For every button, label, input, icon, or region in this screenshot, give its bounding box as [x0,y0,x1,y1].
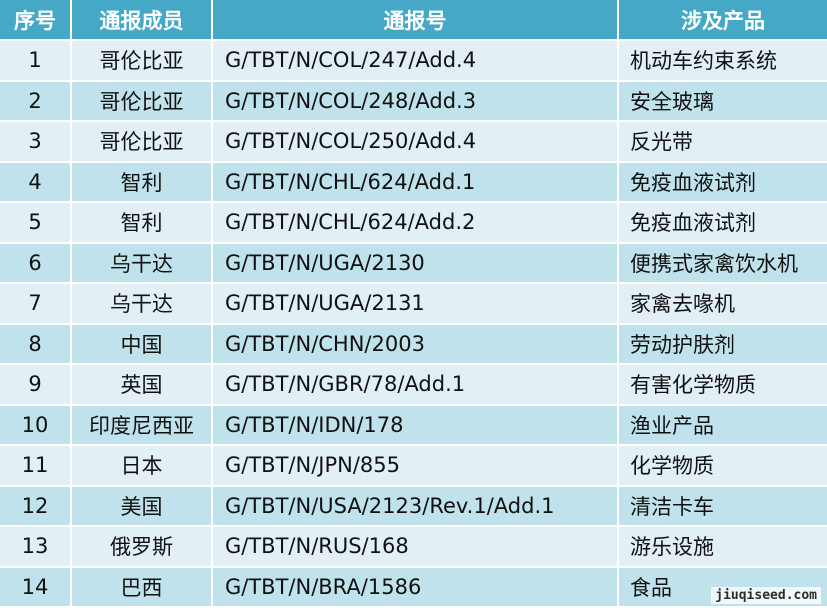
cell-member: 乌干达 [71,242,213,284]
table-row: 13 俄罗斯 G/TBT/N/RUS/168 游乐设施 [0,526,827,568]
cell-serial-number: 13 [0,526,72,568]
cell-member: 哥伦比亚 [71,80,213,122]
cell-serial-number: 14 [0,566,72,608]
cell-product: 家禽去喙机 [618,283,827,325]
header-serial-number: 序号 [0,0,72,41]
cell-notification-number: G/TBT/N/IDN/178 [212,404,619,446]
cell-member: 俄罗斯 [71,526,213,568]
cell-serial-number: 6 [0,242,72,284]
cell-product: 化学物质 [618,445,827,487]
cell-notification-number: G/TBT/N/JPN/855 [212,445,619,487]
cell-product: 渔业产品 [618,404,827,446]
header-notification-number: 通报号 [212,0,619,41]
cell-product: 免疫血液试剂 [618,202,827,244]
cell-serial-number: 1 [0,40,72,82]
cell-serial-number: 2 [0,80,72,122]
cell-member: 美国 [71,485,213,527]
cell-notification-number: G/TBT/N/CHL/624/Add.1 [212,161,619,203]
cell-serial-number: 8 [0,323,72,365]
header-row: 序号 通报成员 通报号 涉及产品 [0,0,827,41]
cell-member: 哥伦比亚 [71,121,213,163]
cell-serial-number: 5 [0,202,72,244]
table-header: 序号 通报成员 通报号 涉及产品 [0,0,827,41]
notification-table: 序号 通报成员 通报号 涉及产品 1 哥伦比亚 G/TBT/N/COL/247/… [0,0,827,608]
cell-member: 智利 [71,202,213,244]
table-row: 2 哥伦比亚 G/TBT/N/COL/248/Add.3 安全玻璃 [0,80,827,122]
table-row: 8 中国 G/TBT/N/CHN/2003 劳动护肤剂 [0,323,827,365]
cell-product: 安全玻璃 [618,80,827,122]
cell-product: 反光带 [618,121,827,163]
table-row: 11 日本 G/TBT/N/JPN/855 化学物质 [0,445,827,487]
cell-notification-number: G/TBT/N/CHL/624/Add.2 [212,202,619,244]
header-products-covered: 涉及产品 [618,0,827,41]
table-row: 1 哥伦比亚 G/TBT/N/COL/247/Add.4 机动车约束系统 [0,40,827,82]
cell-product: 清洁卡车 [618,485,827,527]
cell-member: 乌干达 [71,283,213,325]
cell-notification-number: G/TBT/N/COL/248/Add.3 [212,80,619,122]
cell-serial-number: 9 [0,364,72,406]
table-row: 9 英国 G/TBT/N/GBR/78/Add.1 有害化学物质 [0,364,827,406]
cell-product: 免疫血液试剂 [618,161,827,203]
cell-serial-number: 11 [0,445,72,487]
table-row: 10 印度尼西亚 G/TBT/N/IDN/178 渔业产品 [0,404,827,446]
header-notifying-member: 通报成员 [71,0,213,41]
cell-member: 英国 [71,364,213,406]
cell-member: 巴西 [71,566,213,608]
cell-product: 游乐设施 [618,526,827,568]
cell-notification-number: G/TBT/N/COL/247/Add.4 [212,40,619,82]
table-row: 3 哥伦比亚 G/TBT/N/COL/250/Add.4 反光带 [0,121,827,163]
cell-notification-number: G/TBT/N/UGA/2130 [212,242,619,284]
cell-product: 便携式家禽饮水机 [618,242,827,284]
cell-member: 中国 [71,323,213,365]
table-row: 5 智利 G/TBT/N/CHL/624/Add.2 免疫血液试剂 [0,202,827,244]
cell-serial-number: 12 [0,485,72,527]
cell-member: 日本 [71,445,213,487]
cell-notification-number: G/TBT/N/CHN/2003 [212,323,619,365]
cell-product: 劳动护肤剂 [618,323,827,365]
cell-notification-number: G/TBT/N/GBR/78/Add.1 [212,364,619,406]
cell-notification-number: G/TBT/N/COL/250/Add.4 [212,121,619,163]
cell-member: 印度尼西亚 [71,404,213,446]
table-row: 14 巴西 G/TBT/N/BRA/1586 食品 [0,566,827,608]
table-row: 7 乌干达 G/TBT/N/UGA/2131 家禽去喙机 [0,283,827,325]
cell-member: 智利 [71,161,213,203]
cell-serial-number: 4 [0,161,72,203]
cell-product: 有害化学物质 [618,364,827,406]
cell-member: 哥伦比亚 [71,40,213,82]
table-body: 1 哥伦比亚 G/TBT/N/COL/247/Add.4 机动车约束系统 2 哥… [0,40,827,608]
table-row: 6 乌干达 G/TBT/N/UGA/2130 便携式家禽饮水机 [0,242,827,284]
table-row: 4 智利 G/TBT/N/CHL/624/Add.1 免疫血液试剂 [0,161,827,203]
cell-notification-number: G/TBT/N/UGA/2131 [212,283,619,325]
cell-notification-number: G/TBT/N/BRA/1586 [212,566,619,608]
cell-product: 机动车约束系统 [618,40,827,82]
cell-serial-number: 10 [0,404,72,446]
table-row: 12 美国 G/TBT/N/USA/2123/Rev.1/Add.1 清洁卡车 [0,485,827,527]
cell-serial-number: 3 [0,121,72,163]
site-watermark: jiuqiseed.com [711,587,821,604]
cell-serial-number: 7 [0,283,72,325]
cell-notification-number: G/TBT/N/RUS/168 [212,526,619,568]
cell-notification-number: G/TBT/N/USA/2123/Rev.1/Add.1 [212,485,619,527]
